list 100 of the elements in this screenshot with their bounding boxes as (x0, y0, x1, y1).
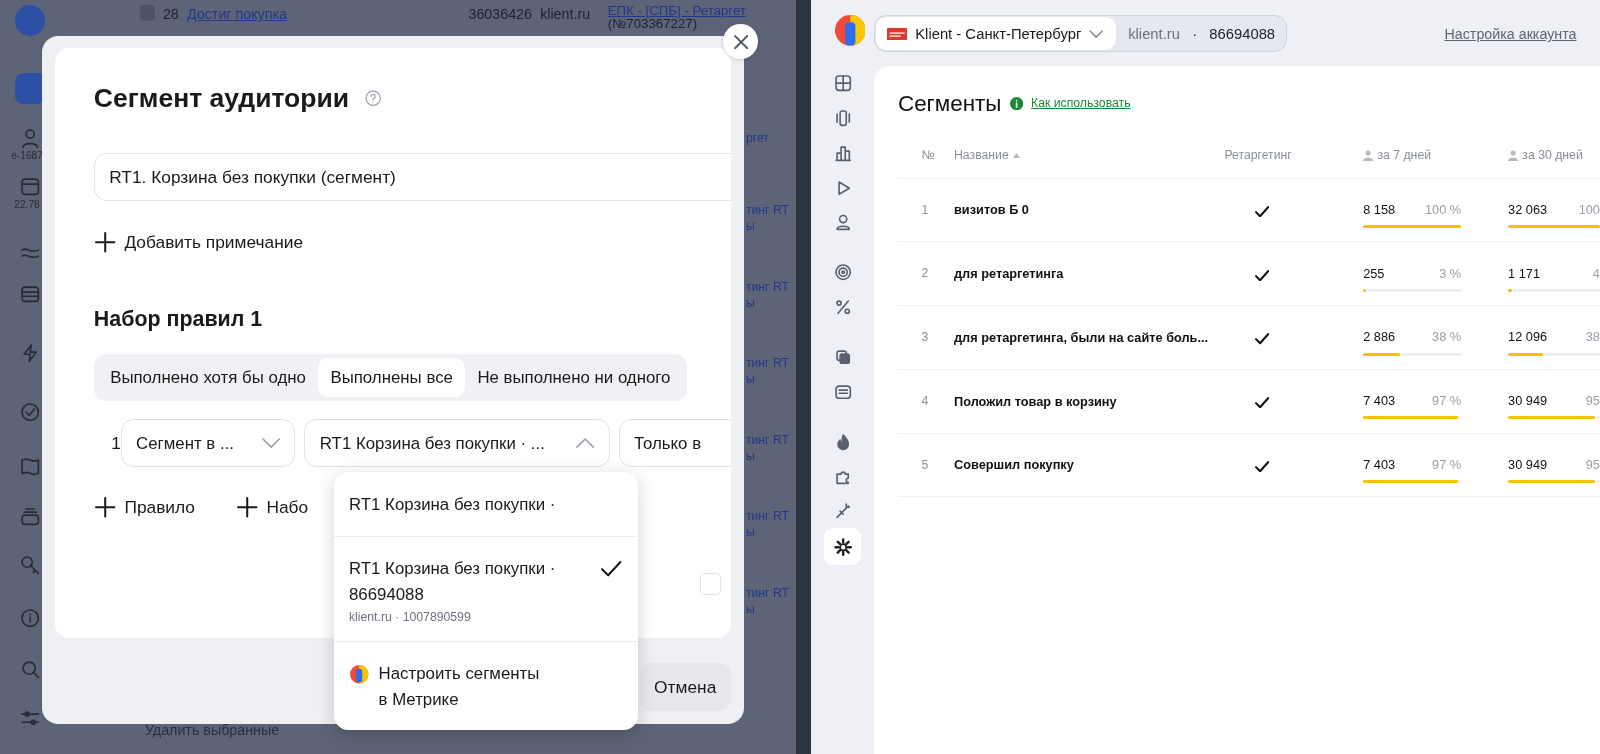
counter-select[interactable]: Klient - Санкт-Петербург (876, 17, 1116, 50)
row-number: 28 (162, 5, 179, 25)
rule-number: 1 (110, 432, 121, 456)
check-circle-icon[interactable] (19, 401, 41, 423)
audience-count: 255 (1363, 264, 1385, 283)
link-fragment: тинг RT (745, 202, 791, 219)
option-title: RT1 Корзина без покупки · (348, 493, 556, 516)
database-icon[interactable] (19, 283, 41, 304)
page-title: Сегменты (897, 89, 1002, 118)
rule-select[interactable]: Сегмент в ... (120, 419, 296, 468)
rule-select[interactable]: RT1 Корзина без покупки · ... (304, 419, 610, 468)
row-number: 4 (920, 393, 930, 410)
rule-set-title: Набор правил 1 (93, 306, 264, 333)
percent-icon (833, 297, 852, 317)
link-fragment: ы (745, 600, 756, 618)
wand-icon (833, 501, 852, 521)
mode-tab[interactable]: Выполнено хотя бы одно (97, 358, 319, 397)
layers-icon[interactable] (19, 507, 41, 528)
info-icon (1009, 96, 1023, 111)
dropdown-action[interactable]: Настроить сегменты в Метрике (333, 641, 638, 730)
add-button[interactable]: Правило (93, 494, 195, 520)
share-percent: 38 % (1432, 328, 1462, 347)
dropdown-option[interactable]: RT1 Корзина без покупки · 86694088 klient.ru · 1007890599 (333, 536, 638, 642)
chevron-icon (1089, 29, 1104, 38)
squares-icon (833, 347, 852, 367)
campaign-id: (№703367227) (607, 17, 698, 31)
name-input[interactable]: RT1. Корзина без покупки (сегмент) (93, 153, 731, 201)
plus-icon (93, 230, 117, 253)
share-percent: 4 (1592, 264, 1600, 283)
share-percent: 95 (1585, 455, 1600, 474)
link-fragment: ы (745, 447, 756, 465)
app-logo (14, 5, 46, 36)
segment-name[interactable]: для ретаргетинга (954, 264, 1215, 284)
plus-icon (93, 495, 117, 519)
sidebar-label: 22.78 (14, 197, 40, 212)
cancel-button[interactable]: Отмена (639, 663, 731, 712)
audience-count: 32 063 (1508, 200, 1548, 219)
segment-name[interactable]: Совершил покупку (954, 455, 1215, 475)
share-percent: 38 (1585, 328, 1600, 347)
audience-count: 30 949 (1508, 392, 1548, 411)
mode-tab[interactable]: Выполнены все (318, 358, 466, 397)
metrika-logo-icon[interactable] (834, 15, 866, 46)
target-icon (833, 263, 852, 282)
site-text: klient.ru (540, 5, 592, 25)
option-title: RT1 Корзина без покупки · 86694088 (348, 558, 557, 606)
action-text: Настроить сегменты в Метрике (378, 663, 540, 711)
link-fragment: ы (745, 371, 756, 388)
link-fragment: ы (745, 524, 756, 541)
info-icon[interactable] (19, 608, 41, 629)
audience-count: 30 949 (1508, 455, 1548, 474)
audience-count: 12 096 (1508, 328, 1548, 347)
counter-id: 86694088 (1208, 24, 1277, 44)
grid-icon (833, 74, 852, 93)
audience-count: 8 158 (1363, 200, 1396, 219)
calendar-icon[interactable] (19, 176, 41, 197)
rule-select[interactable]: Только в (618, 419, 731, 468)
person-icon (1363, 149, 1374, 162)
check-icon (600, 560, 623, 579)
segment-name[interactable]: визитов Б 0 (954, 200, 1215, 220)
nav-item[interactable] (824, 528, 862, 566)
link-fragment: тинг RT (745, 278, 791, 295)
mode-tab[interactable]: Не выполнено ни одного (465, 358, 683, 397)
link-fragment: ы (745, 218, 756, 235)
add-button[interactable]: Набо (235, 494, 309, 520)
dropdown-option[interactable]: RT1 Корзина без покупки · (333, 472, 638, 537)
audience-count: 7 403 (1363, 455, 1396, 474)
share-percent: 97 % (1432, 455, 1462, 474)
search-icon[interactable] (19, 659, 41, 680)
how-to-use-link[interactable]: Как использовать (1009, 94, 1131, 113)
key-icon[interactable] (19, 555, 41, 576)
segment-name[interactable]: для ретаргетинга, были на сайте боль... (954, 327, 1215, 347)
close-icon (733, 34, 748, 49)
segment-name[interactable]: Положил товар в корзину (954, 391, 1215, 411)
row-number: 1 (920, 201, 930, 219)
dialog-title: Сегмент аудитории (93, 81, 350, 115)
person-icon[interactable] (19, 127, 41, 148)
row-number: 2 (920, 265, 930, 283)
close-button[interactable] (723, 24, 759, 60)
audience-count: 2 886 (1363, 328, 1396, 347)
person-icon (833, 213, 852, 232)
help-icon[interactable] (365, 89, 382, 107)
link-fragment: ы (745, 294, 756, 312)
share-percent: 100 % (1425, 200, 1462, 219)
add-note-button[interactable]: Добавить примечание (93, 229, 304, 255)
segment-id: 36036426 (468, 5, 532, 25)
audience-count: 1 171 (1508, 264, 1540, 283)
vibrating-phone-icon (833, 109, 852, 128)
checkbox[interactable] (700, 573, 722, 595)
account-settings-link[interactable]: Настройка аккаунта (1444, 15, 1577, 46)
row-number: 5 (920, 456, 930, 474)
separator-dot: · (1191, 24, 1199, 44)
link-fragment: ргет (745, 129, 770, 146)
link-fragment: тинг RT (745, 508, 791, 525)
person-icon (1508, 149, 1519, 162)
sidebar-label: e-1687 (11, 148, 43, 163)
share-percent: 100 (1578, 200, 1600, 219)
store-logo-icon (886, 27, 908, 40)
plus-icon (235, 495, 259, 519)
list-card-icon (833, 382, 852, 401)
site-text: klient.ru (1127, 24, 1181, 44)
